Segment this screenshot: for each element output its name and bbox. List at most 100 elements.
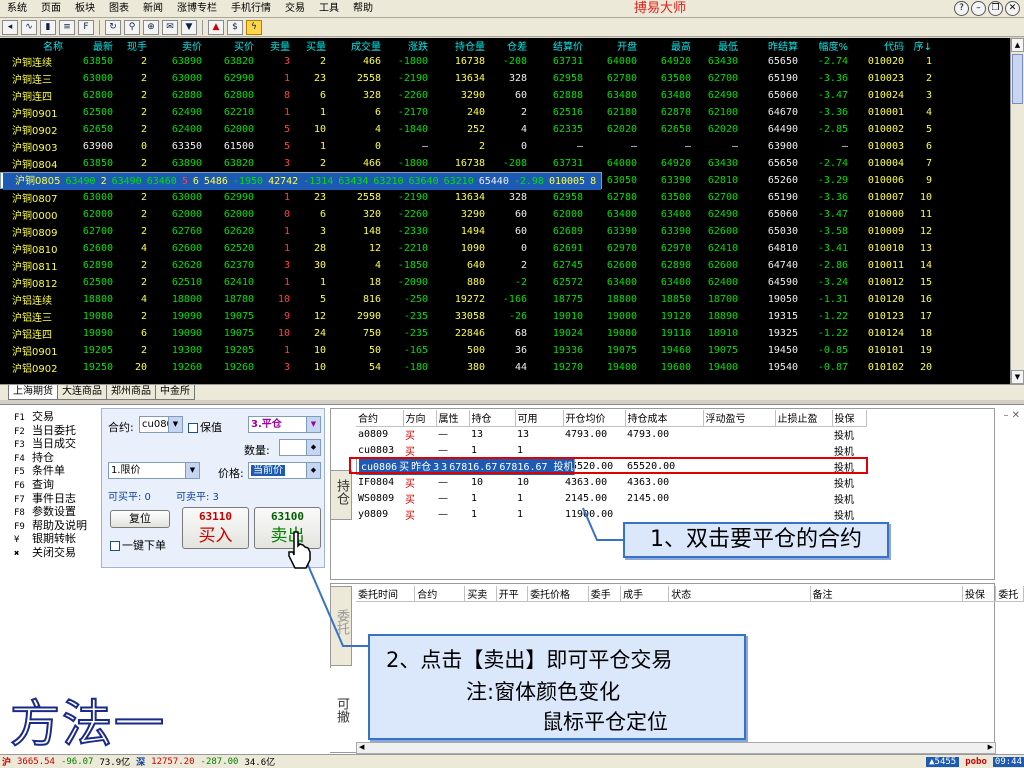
function-key-item[interactable]: F6 查询 (4, 478, 99, 492)
list-icon[interactable]: ≡ (59, 19, 75, 35)
menu-item[interactable]: 系统 (0, 0, 34, 18)
table-row[interactable]: 沪铜0805 63490 2 63490 63460 5 6 5486 -1950 42742 -1… (0, 172, 603, 190)
menu-item[interactable]: 页面 (34, 0, 68, 18)
table-row[interactable]: 沪铜0811 62890 2 62620 62370 3 30 4 -1850 640 2 62745… (0, 257, 937, 274)
function-key-item[interactable]: F5 条件单 (4, 464, 99, 478)
table-row[interactable]: 沪铜0902 62650 2 62400 62000 5 10 4 -1840 252 4 62335… (0, 121, 937, 138)
table-row[interactable]: 沪铜连四 62800 2 62880 62800 8 6 328 -2260 3290 60 6288… (0, 87, 937, 104)
table-row[interactable]: 沪铝0902 19250 20 19260 19260 3 10 54 -180 380 44 192… (0, 359, 937, 376)
function-key-item[interactable]: F8 参数设置 (4, 505, 99, 519)
alarm-icon[interactable]: ▲ (208, 19, 224, 35)
scroll-down-icon[interactable]: ▼ (1011, 370, 1024, 384)
function-key-item[interactable]: ✖ 关闭交易 (4, 546, 99, 560)
quote-scrollbar[interactable]: ▲ ▼ (1010, 38, 1024, 384)
market-tabs: 上海期货 大连商品 郑州商品 中金所 (0, 384, 1024, 400)
scroll-thumb[interactable] (1012, 54, 1023, 104)
function-key-item[interactable]: F7 事件日志 (4, 492, 99, 506)
table-cell: 148 (362, 226, 381, 237)
table-row[interactable]: 沪铝连四 19090 6 19090 19075 10 24 750 -235 22846 68 19… (0, 325, 937, 342)
table-cell (625, 442, 703, 458)
table-row[interactable]: 沪铜0807 63000 2 63000 62990 1 23 2558 -2190 13634 3… (0, 189, 937, 206)
minimize-icon[interactable]: – (971, 1, 986, 16)
table-row[interactable]: WS0809 买 — 1 1 2145.00 2145.00 投机 (356, 490, 866, 506)
table-row[interactable]: a0809 买 — 13 13 4793.00 4793.00 投机 (356, 426, 866, 442)
table-cell: 010003 (867, 141, 904, 152)
table-row[interactable]: 沪铜0809 62700 2 62760 62620 1 3 148 -2330 1494 60 62… (0, 223, 937, 240)
market-tab[interactable]: 中金所 (155, 385, 195, 400)
scroll-right-icon[interactable]: ▶ (988, 743, 993, 751)
menu-item[interactable]: 帮助 (346, 0, 380, 18)
function-key-item[interactable]: F1 交易 (4, 410, 99, 424)
alert-count[interactable]: ▲5455 (926, 756, 960, 767)
table-row[interactable]: 沪铜0903 63900 0 63350 61500 5 1 0 — 2 0 — — — — 63900 — 01… (0, 138, 937, 155)
function-key-item[interactable]: F4 持仓 (4, 451, 99, 465)
table-row[interactable]: 沪铜连续 63850 2 63890 63820 3 2 466 -1800 16738 -208 6… (0, 53, 937, 70)
panel-close-icon[interactable]: – ✕ (1003, 410, 1020, 421)
tab-orders[interactable]: 委托 (330, 586, 352, 666)
table-row[interactable]: 沪铜0804 63850 2 63890 63820 3 2 466 -1800 16738 -20… (0, 155, 937, 172)
table-row[interactable]: IF0804 买 — 10 10 4363.00 4363.00 投机 (356, 474, 866, 490)
table-row[interactable]: y0809 买 — 1 1 11900.00 投机 (356, 506, 866, 522)
function-key-item[interactable]: F3 当日成交 (4, 437, 99, 451)
table-row[interactable]: 沪铜0000 62000 2 62000 62000 0 6 320 -2260 3290 60 62… (0, 206, 937, 223)
table-cell: 68 (514, 328, 527, 339)
table-row[interactable]: 沪铜0901 62500 2 62490 62210 1 1 6 -2170 240 2 62516 6… (0, 104, 937, 121)
function-key-item[interactable]: F9 帮助及说明 (4, 519, 99, 533)
table-cell: 2 (140, 209, 147, 220)
menu-item[interactable]: 工具 (312, 0, 346, 18)
table-row[interactable]: 沪铝连续 18800 4 18800 18780 10 5 816 -250 19272 -166 1… (0, 291, 937, 308)
one-key-order-checkbox[interactable]: 一键下单 (110, 537, 166, 553)
table-row[interactable]: 沪铝0901 19205 2 19300 19205 1 10 50 -165 500 36 1933… (0, 342, 937, 359)
market-tab[interactable]: 大连商品 (57, 385, 107, 400)
orders-hscrollbar[interactable]: ◀ ▶ (356, 742, 996, 754)
restore-icon[interactable]: ❐ (988, 1, 1003, 16)
line-chart-icon[interactable]: ∿ (21, 19, 37, 35)
refresh-icon[interactable]: ↻ (105, 19, 121, 35)
filter-icon[interactable]: ▼ (181, 19, 197, 35)
table-row[interactable]: 沪铜连三 63000 2 63000 62990 1 23 2558 -2190 13634 328… (0, 70, 937, 87)
lightning-icon[interactable]: ϟ (246, 19, 262, 35)
scroll-left-icon[interactable]: ◀ (359, 743, 364, 751)
table-row[interactable]: 沪铜0812 62500 2 62510 62410 1 1 18 -2090 880 -2 6257… (0, 274, 937, 291)
table-cell: 010011 (867, 260, 904, 271)
contract-select[interactable]: cu0806 ▼ (139, 416, 183, 433)
trade-icon[interactable]: $ (227, 19, 243, 35)
tab-cancelable[interactable]: 可撤 (330, 668, 352, 752)
search-icon[interactable]: ⚲ (124, 19, 140, 35)
table-row[interactable]: cu0803 买 — 1 1 投机 (356, 442, 866, 458)
table-row[interactable]: 沪铝连三 19080 2 19090 19075 9 12 2990 -235 33058 -26 1… (0, 308, 937, 325)
menu-item[interactable]: 手机行情 (224, 0, 278, 18)
quantity-stepper[interactable]: ◆ (279, 439, 321, 456)
table-row[interactable]: 沪铜0810 62600 4 62600 62520 1 28 12 -2210 1090 0 626… (0, 240, 937, 257)
table-cell: 44 (514, 362, 527, 373)
back-icon[interactable]: ◂ (2, 19, 18, 35)
table-cell: 18780 (223, 294, 254, 305)
close-icon[interactable]: ✕ (1005, 1, 1020, 16)
contract-label: 合约: (108, 421, 134, 434)
news-icon[interactable]: ✉ (162, 19, 178, 35)
scroll-up-icon[interactable]: ▲ (1011, 38, 1024, 52)
offset-select[interactable]: 3.平仓 ▼ (248, 416, 321, 433)
function-key-item[interactable]: ¥ 银期转帐 (4, 532, 99, 546)
menu-item[interactable]: 图表 (102, 0, 136, 18)
candle-chart-icon[interactable]: ▮ (40, 19, 56, 35)
table-cell: 1 (283, 192, 290, 203)
f10-icon[interactable]: F (78, 19, 94, 35)
quote-panel: 名称 最新 现手 卖价 买价 卖量 买量 成交量 涨跌 持仓量 仓差 结算价 开盘 最高 最低 昨结算 幅度% 代… (0, 38, 1010, 384)
function-key-item[interactable]: F2 当日委托 (4, 424, 99, 438)
tab-holdings[interactable]: 持仓 (330, 470, 352, 520)
hedge-checkbox[interactable]: 保值 (188, 419, 222, 435)
price-type-select[interactable]: 1.限价 ▼ (108, 462, 200, 479)
market-tab[interactable]: 郑州商品 (106, 385, 156, 400)
market-tab[interactable]: 上海期货 (8, 385, 58, 400)
price-field[interactable]: 当前价 ◆ (248, 462, 321, 479)
reset-button[interactable]: 复位 (110, 510, 170, 528)
menu-item[interactable]: 板块 (68, 0, 102, 18)
menu-item[interactable]: 交易 (278, 0, 312, 18)
menu-item[interactable]: 新闻 (136, 0, 170, 18)
menu-item[interactable]: 涨博专栏 (170, 0, 224, 18)
buy-button[interactable]: 63110 买入 (182, 507, 249, 549)
zoom-icon[interactable]: ⊕ (143, 19, 159, 35)
help-icon[interactable]: ? (954, 1, 969, 16)
table-cell: 沪铝连三 (12, 313, 52, 324)
